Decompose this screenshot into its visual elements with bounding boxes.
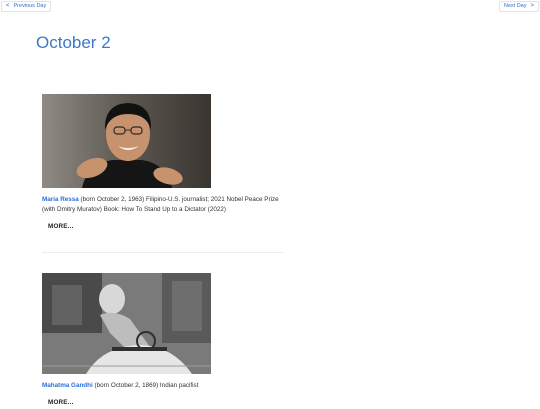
divider <box>42 252 283 253</box>
entry-caption: Mahatma Gandhi (born October 2, 1869) In… <box>42 381 283 391</box>
next-day-label: Next Day <box>503 3 527 9</box>
next-day-button[interactable]: Next Day > <box>498 1 539 12</box>
previous-day-button[interactable]: < Previous Day <box>1 1 52 12</box>
person-link[interactable]: Mahatma Gandhi <box>42 382 93 389</box>
entry-caption: Maria Ressa (born October 2, 1963) Filip… <box>42 195 283 215</box>
previous-day-label: Previous Day <box>13 3 47 9</box>
page-title: October 2 <box>36 33 111 52</box>
person-entry: Maria Ressa (born October 2, 1963) Filip… <box>42 94 283 233</box>
mahatma-gandhi-photo <box>42 273 211 374</box>
chevron-left-icon: < <box>6 3 10 9</box>
more-link[interactable]: MORE... <box>48 223 74 230</box>
chevron-right-icon: > <box>530 3 534 9</box>
entry-description: (born October 2, 1869) Indian pacifist <box>92 382 199 389</box>
person-entry: Mahatma Gandhi (born October 2, 1869) In… <box>42 273 283 409</box>
person-link[interactable]: Maria Ressa <box>42 196 79 203</box>
maria-ressa-photo <box>42 94 211 188</box>
